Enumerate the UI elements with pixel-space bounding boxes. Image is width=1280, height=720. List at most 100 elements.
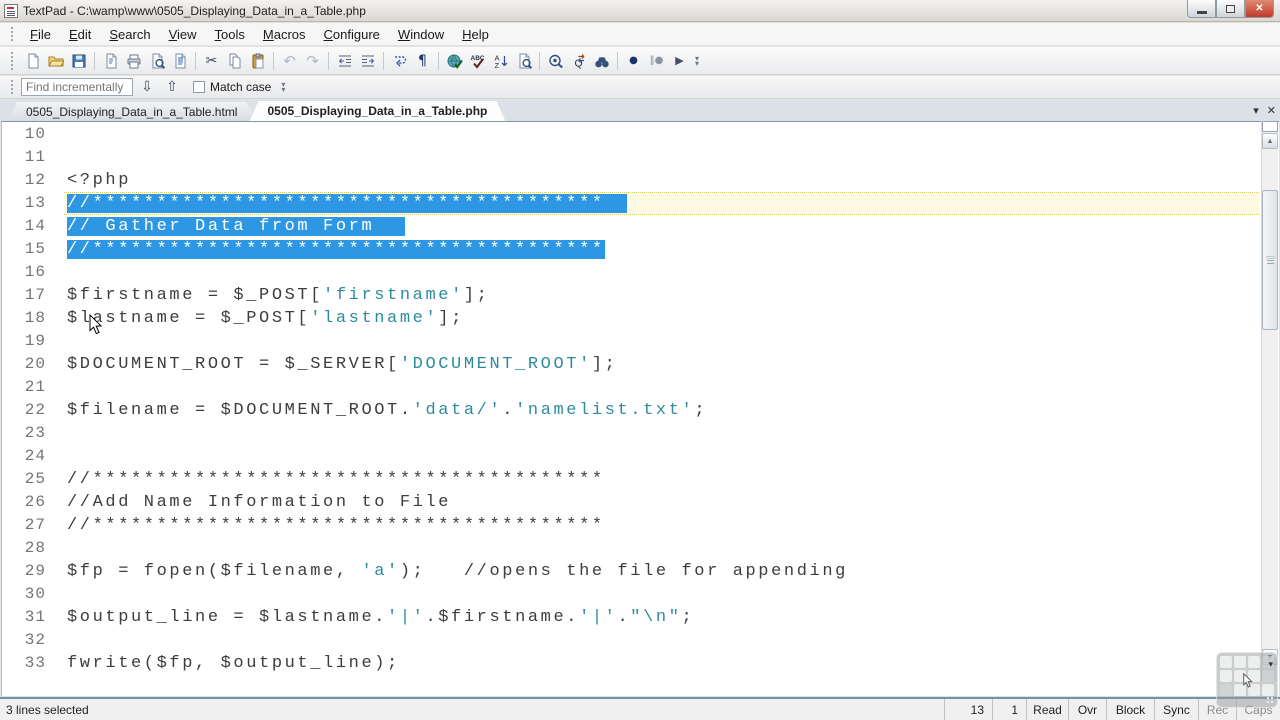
nav-grid-cell[interactable] (1220, 670, 1232, 682)
paste-icon[interactable] (246, 50, 269, 72)
code-line-19[interactable]: 19 (2, 330, 1259, 353)
code-line-30[interactable]: 30 (2, 583, 1259, 606)
code-line-28[interactable]: 28 (2, 537, 1259, 560)
toolbar-overflow-icon[interactable]: ▾ ▾ (695, 54, 699, 67)
line-number: 24 (24, 447, 46, 465)
code-line-14[interactable]: 14 // Gather Data from Form (2, 215, 1259, 238)
scroll-up-icon[interactable]: ▲ (1262, 133, 1278, 149)
title-bar[interactable]: TextPad - C:\wamp\www\0505_Displaying_Da… (0, 0, 1280, 22)
code-line-27[interactable]: 27 //************************************… (2, 514, 1259, 537)
open-folder-icon[interactable] (44, 50, 67, 72)
menu-macros[interactable]: Macros (254, 25, 315, 44)
indent-icon[interactable] (356, 50, 379, 72)
code-line-31[interactable]: 31 $output_line = $lastname.'|'.$firstnam… (2, 606, 1259, 629)
redo-icon[interactable]: ↷ (301, 50, 324, 72)
find-binoculars-icon[interactable] (590, 50, 613, 72)
nav-grid-cell[interactable] (1220, 684, 1232, 696)
minimize-button[interactable] (1187, 0, 1216, 18)
findbar-gripper[interactable] (10, 79, 15, 95)
match-case-checkbox[interactable] (193, 81, 205, 93)
line-text: //**************************************… (67, 516, 605, 535)
menu-file[interactable]: File (21, 25, 60, 44)
menu-configure[interactable]: Configure (315, 25, 389, 44)
menu-help[interactable]: Help (453, 25, 498, 44)
line-number: 12 (24, 171, 46, 189)
screen-nav-overlay[interactable]: ▾ (1216, 652, 1278, 708)
code-line-21[interactable]: 21 (2, 376, 1259, 399)
undo-icon[interactable]: ↶ (278, 50, 301, 72)
overtype-mode: Ovr (1068, 699, 1106, 720)
line-text: $lastname = $_POST['lastname']; (67, 309, 464, 328)
file-properties-icon[interactable] (99, 50, 122, 72)
findbar-overflow-icon[interactable]: ▾ ▾ (281, 81, 285, 94)
code-line-24[interactable]: 24 (2, 445, 1259, 468)
html-validate-icon[interactable] (443, 50, 466, 72)
menubar-gripper[interactable] (10, 26, 15, 42)
copy-icon[interactable] (223, 50, 246, 72)
toolbar-gripper[interactable] (10, 51, 15, 70)
replace-icon[interactable]: Q (567, 50, 590, 72)
vertical-scroll-thumb[interactable] (1262, 190, 1278, 330)
nav-resize-handle[interactable] (1266, 696, 1274, 704)
menu-edit[interactable]: Edit (60, 25, 100, 44)
toolbar-separator (195, 51, 196, 70)
find-input[interactable] (21, 78, 133, 96)
stop-macro-icon[interactable]: ‖● (645, 50, 668, 72)
restore-button[interactable] (1216, 0, 1245, 18)
code-line-13[interactable]: 13 //************************************… (2, 192, 1259, 215)
editor-pane[interactable]: 10 11 12 <?php 13 //*************************… (1, 121, 1279, 696)
code-line-11[interactable]: 11 (2, 146, 1259, 169)
code-line-15[interactable]: 15 //************************************… (2, 238, 1259, 261)
line-number: 21 (24, 378, 46, 396)
tab-php[interactable]: 0505_Displaying_Data_in_a_Table.php (249, 101, 505, 121)
word-wrap-icon[interactable] (388, 50, 411, 72)
formatting-marks-icon[interactable]: ¶ (411, 50, 434, 72)
line-text: // Gather Data from Form (64, 215, 1259, 238)
split-pane-handle[interactable] (1262, 121, 1278, 132)
nav-grid-cell[interactable] (1220, 656, 1232, 668)
nav-grid-cell[interactable] (1234, 656, 1246, 668)
code-line-26[interactable]: 26 //Add Name Information to File (2, 491, 1259, 514)
code-line-10[interactable]: 10 (2, 123, 1259, 146)
save-icon[interactable] (67, 50, 90, 72)
code-line-25[interactable]: 25 //************************************… (2, 468, 1259, 491)
nav-grid-cell[interactable] (1262, 670, 1274, 682)
cut-icon[interactable]: ✂ (200, 50, 223, 72)
code-line-12[interactable]: 12 <?php (2, 169, 1259, 192)
nav-grid-cell[interactable] (1262, 684, 1274, 696)
close-button[interactable]: ✕ (1245, 0, 1274, 18)
sort-az-icon[interactable]: AZ (489, 50, 512, 72)
spell-check-icon[interactable]: ABC (466, 50, 489, 72)
nav-grid-cell[interactable] (1248, 656, 1260, 668)
line-number: 16 (24, 263, 46, 281)
find-prev-up-icon[interactable]: ⇧ (161, 77, 183, 97)
code-line-20[interactable]: 20 $DOCUMENT_ROOT = $_SERVER['DOCUMENT_RO… (2, 353, 1259, 376)
unindent-icon[interactable] (333, 50, 356, 72)
tab-close-icon[interactable]: ✕ (1267, 104, 1276, 117)
code-line-23[interactable]: 23 (2, 422, 1259, 445)
code-line-32[interactable]: 32 (2, 629, 1259, 652)
print-icon[interactable] (122, 50, 145, 72)
print-preview-icon[interactable] (145, 50, 168, 72)
menu-view[interactable]: View (160, 25, 206, 44)
code-line-33[interactable]: 33 fwrite($fp, $output_line); (2, 652, 1259, 675)
code-line-22[interactable]: 22 $filename = $DOCUMENT_ROOT.'data/'.'na… (2, 399, 1259, 422)
vertical-scrollbar[interactable]: ▲ ▼ (1261, 121, 1278, 681)
document-view-icon[interactable] (168, 50, 191, 72)
view-document-icon[interactable] (544, 50, 567, 72)
menu-tools[interactable]: Tools (206, 25, 254, 44)
code-line-17[interactable]: 17 $firstname = $_POST['firstname']; (2, 284, 1259, 307)
record-macro-icon[interactable]: ● (622, 50, 645, 72)
new-document-icon[interactable] (21, 50, 44, 72)
tab-list-dropdown-icon[interactable]: ▾ (1253, 104, 1259, 117)
play-macro-icon[interactable]: ▶ (668, 50, 691, 72)
menu-window[interactable]: Window (389, 25, 453, 44)
tab-html[interactable]: 0505_Displaying_Data_in_a_Table.html (8, 102, 255, 121)
code-line-29[interactable]: 29 $fp = fopen($filename, 'a'); //opens t… (2, 560, 1259, 583)
code-line-16[interactable]: 16 (2, 261, 1259, 284)
nav-dropdown-icon[interactable]: ▾ (1268, 659, 1273, 670)
find-in-files-icon[interactable] (512, 50, 535, 72)
find-next-down-icon[interactable]: ⇩ (136, 77, 158, 97)
code-line-18[interactable]: 18 $lastname = $_POST['lastname']; (2, 307, 1259, 330)
menu-search[interactable]: Search (100, 25, 159, 44)
